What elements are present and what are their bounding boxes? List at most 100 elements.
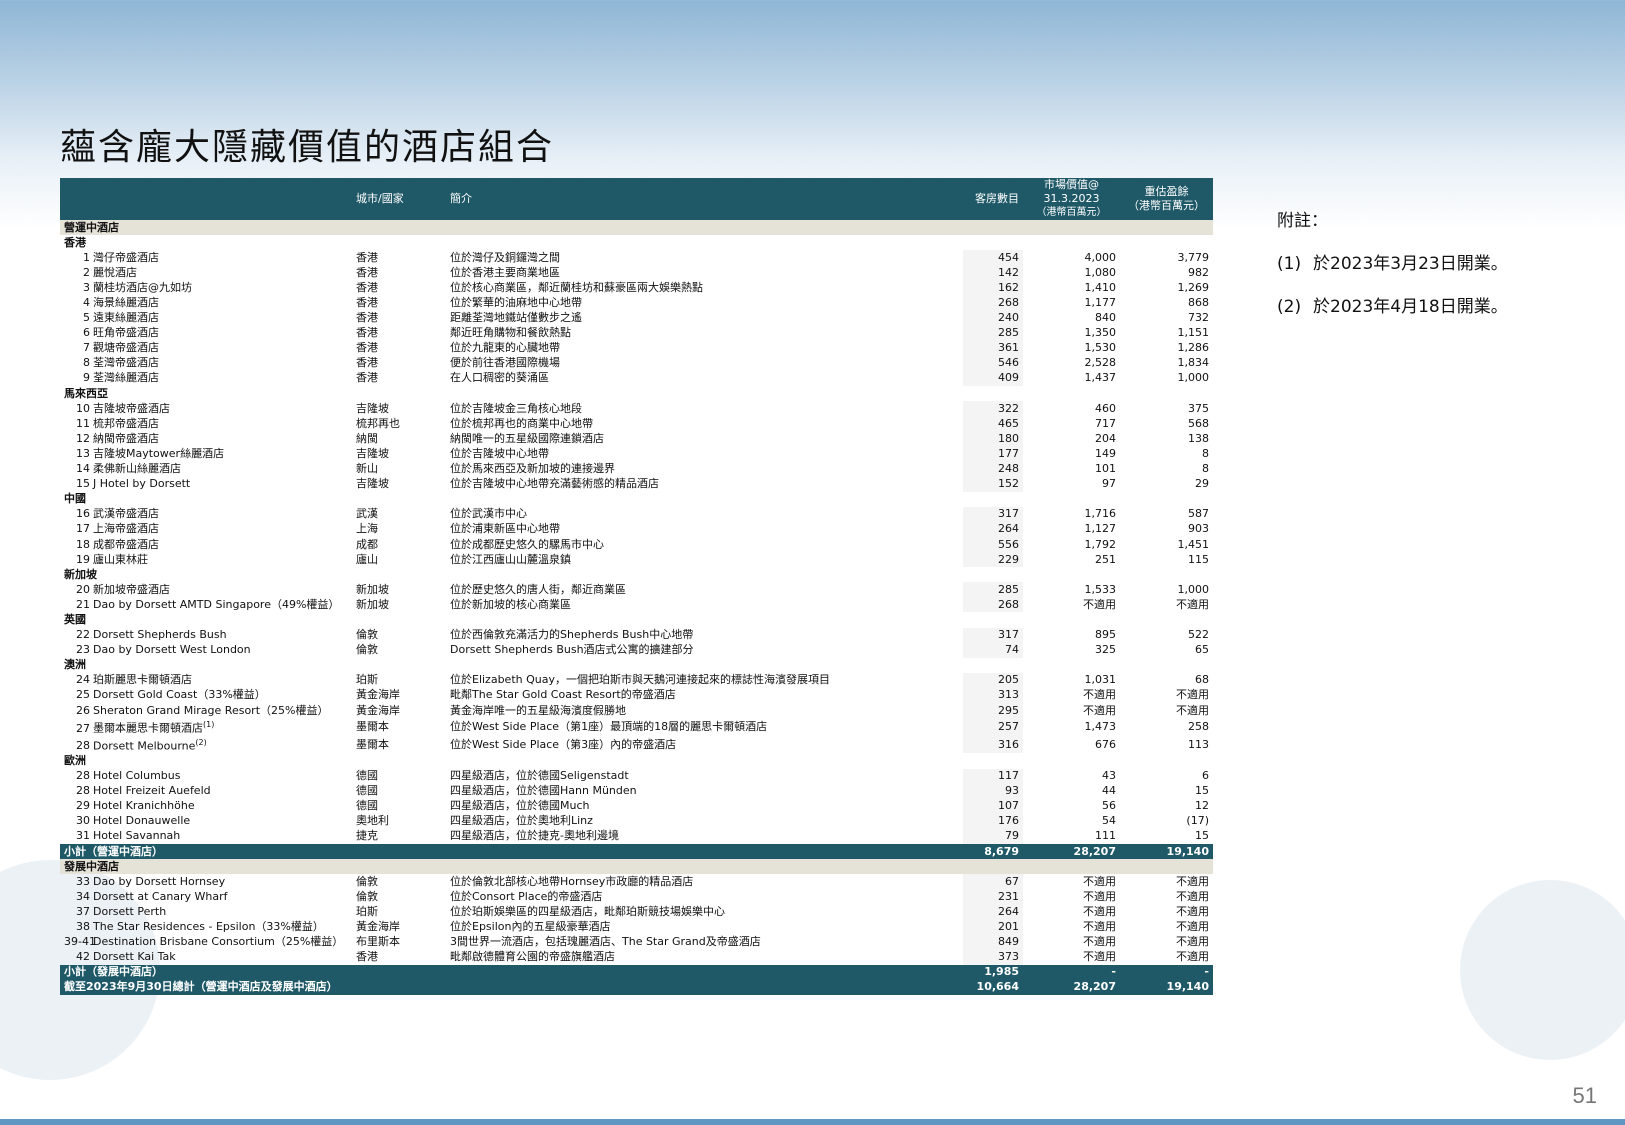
market-value-cell: 2,528 [1084, 356, 1117, 370]
hotel-name-cell: 12 納閩帝盛酒店 [60, 431, 352, 446]
description-cell: 位於繁華的油麻地中心地帶 [450, 296, 582, 310]
grand-total-row: 截至2023年9月30日總計（營運中酒店及發展中酒店） 10,664 28,207 1… [60, 979, 1213, 995]
market-value-cell: 1,716 [1084, 507, 1117, 521]
note-2-text: 於2023年4月18日開業。 [1313, 297, 1508, 317]
description-cell: 位於香港主要商業地區 [450, 265, 560, 279]
description-cell: 位於新加坡的核心商業區 [450, 597, 571, 611]
hotel-name: 灣仔帝盛酒店 [93, 250, 159, 264]
hotel-name-cell: 21 Dao by Dorsett AMTD Singapore（49%權益） [60, 597, 352, 612]
hotel-number: 28 [76, 769, 90, 783]
surplus-cell: 6 [1202, 769, 1209, 783]
surplus-cell: 不適用 [1176, 688, 1209, 702]
hotel-name: 珀斯麗思卡爾頓酒店 [93, 673, 192, 687]
hotel-name-cell: 17 上海帝盛酒店 [60, 522, 352, 537]
table-row: 22 Dorsett Shepherds Bush 倫敦 位於西倫敦充滿活力的Shep… [60, 627, 1213, 643]
description-cell: 位於倫敦北部核心地帶Hornsey市政廳的精品酒店 [450, 874, 694, 888]
hotel-number: 13 [76, 446, 90, 460]
hotel-number: 12 [76, 431, 90, 445]
hotel-name: Dorsett Melbourne [93, 739, 196, 753]
market-value-cell: 43 [1102, 769, 1116, 783]
table-row: 30 Hotel Donauwelle 奧地利 四星級酒店，位於奧地利Linz 176 5… [60, 813, 1213, 829]
rooms-cell: 67 [963, 874, 1023, 890]
surplus-cell: 568 [1188, 416, 1209, 430]
table-row: 16 武漢帝盛酒店 武漢 位於武漢市中心 317 1,716 587 [60, 506, 1213, 522]
rooms-cell: 465 [963, 416, 1023, 432]
market-value-cell: 1,792 [1084, 537, 1117, 551]
description-cell: 位於西倫敦充滿活力的Shepherds Bush中心地帶 [450, 628, 694, 642]
market-value-cell: 不適用 [1083, 950, 1116, 964]
market-value-cell: 1,533 [1084, 582, 1117, 596]
description-cell: 黃金海岸唯一的五星級海濱度假勝地 [450, 703, 626, 717]
subtotal-row-label: 小計（發展中酒店） [60, 964, 963, 980]
table-row: 23 Dao by Dorsett West London 倫敦 Dorsett Sh… [60, 642, 1213, 658]
rooms-cell: 546 [963, 355, 1023, 371]
hotel-name-cell: 42 Dorsett Kai Tak [60, 950, 352, 965]
rooms-cell: 454 [963, 250, 1023, 266]
table-row: 21 Dao by Dorsett AMTD Singapore（49%權益） 新加… [60, 597, 1213, 613]
hotel-name: Dorsett at Canary Wharf [93, 889, 228, 903]
surplus-cell: 1,451 [1177, 537, 1210, 551]
subtotal-row: 小計（營運中酒店） 8,679 28,207 19,140 [60, 843, 1213, 860]
description-cell: 距離荃灣地鐵站僅數步之遙 [450, 311, 582, 325]
surplus-cell: 982 [1188, 265, 1209, 279]
hotel-number: 38 [76, 919, 90, 933]
hotel-number: 27 [76, 721, 90, 735]
description-cell: 四星級酒店，位於德國Hann Münden [450, 784, 637, 798]
rooms-cell: 142 [963, 265, 1023, 281]
table-body: 營運中酒店 香港 1 灣仔帝盛酒店 香港 位於灣仔及銅鑼灣之間 454 4,000 3,779 2… [60, 220, 1213, 995]
table-row: 20 新加坡帝盛酒店 新加坡 位於歷史悠久的唐人街，鄰近商業區 285 1,533 1,00… [60, 582, 1213, 598]
market-value-cell: 460 [1095, 401, 1116, 415]
hotel-name-cell: 24 珀斯麗思卡爾頓酒店 [60, 673, 352, 688]
snowflake-decoration-right [1460, 880, 1625, 1060]
table-row: 24 珀斯麗思卡爾頓酒店 珀斯 位於Elizabeth Quay，一個把珀斯市與天鵝河… [60, 672, 1213, 688]
hotel-number: 28 [76, 739, 90, 753]
city-cell: 吉隆坡 [356, 477, 389, 491]
region-label: 澳洲 [64, 658, 86, 672]
rooms-cell: 264 [963, 904, 1023, 920]
description-cell: 四星級酒店，位於奧地利Linz [450, 814, 593, 828]
table-row: 28 Hotel Freizeit Auefeld 德國 四星級酒店，位於德國Hann… [60, 783, 1213, 799]
hotel-name: 吉隆坡帝盛酒店 [93, 401, 170, 415]
surplus-cell: 115 [1188, 552, 1209, 566]
table-row: 33 Dao by Dorsett Hornsey 倫敦 位於倫敦北部核心地帶Horn… [60, 874, 1213, 890]
description-cell: 在人口稠密的葵涌區 [450, 371, 549, 385]
description-cell: 位於江西廬山山麓溫泉鎮 [450, 552, 571, 566]
rooms-cell: 180 [963, 431, 1023, 447]
city-cell: 奧地利 [356, 814, 389, 828]
table-row: 34 Dorsett at Canary Wharf 倫敦 位於Consort Pla… [60, 889, 1213, 905]
hotel-number: 28 [76, 784, 90, 798]
hotel-number: 20 [76, 582, 90, 596]
hotel-number: 29 [76, 799, 90, 813]
description-cell: 位於Elizabeth Quay，一個把珀斯市與天鵝河連接起來的標誌性海濱發展項… [450, 673, 830, 687]
table-row: 8 荃灣帝盛酒店 香港 便於前往香港國際機場 546 2,528 1,834 [60, 355, 1213, 371]
market-value-cell: 不適用 [1083, 919, 1116, 933]
table-row: 31 Hotel Savannah 捷克 四星級酒店，位於捷克-奧地利邊境 79 111 1… [60, 828, 1213, 844]
hotel-name-cell: 2 麗悅酒店 [60, 265, 352, 280]
market-value-cell: 不適用 [1083, 703, 1116, 717]
region-header-row: 中國 [60, 492, 1213, 507]
description-cell: 鄰近旺角購物和餐飲熱點 [450, 326, 571, 340]
market-value-cell: 1,350 [1084, 326, 1117, 340]
market-value-cell: 1,080 [1084, 265, 1117, 279]
table-row: 4 海景絲麗酒店 香港 位於繁華的油麻地中心地帶 268 1,177 868 [60, 295, 1213, 311]
hotel-name-cell: 26 Sheraton Grand Mirage Resort（25%權益） [60, 703, 352, 718]
hotel-number: 39-41 [64, 935, 96, 949]
description-cell: 位於珀斯娛樂區的四星級酒店，毗鄰珀斯競技場娛樂中心 [450, 904, 725, 918]
table-header-row: 城市/國家 簡介 客房數目 市場價值@ 31.3.2023 （港幣百萬元） 重估… [60, 178, 1213, 220]
region-label: 中國 [64, 492, 86, 506]
rooms-cell: 317 [963, 627, 1023, 643]
hotel-number: 14 [76, 462, 90, 476]
city-cell: 珀斯 [356, 904, 378, 918]
header-surplus-line1: 重估盈餘 [1144, 185, 1189, 198]
description-cell: 毗鄰The Star Gold Coast Resort的帝盛酒店 [450, 688, 676, 702]
note-1: (1) 於2023年3月23日開業。 [1277, 249, 1508, 274]
hotel-name-cell: 22 Dorsett Shepherds Bush [60, 628, 352, 643]
surplus-cell: 68 [1195, 673, 1209, 687]
section-label: 發展中酒店 [60, 859, 1213, 875]
hotel-number: 5 [83, 311, 90, 325]
table-row: 17 上海帝盛酒店 上海 位於浦東新區中心地帶 264 1,127 903 [60, 521, 1213, 537]
table-row: 29 Hotel Kranichhöhe 德國 四星級酒店，位於德國Much 107 56… [60, 798, 1213, 814]
rooms-cell: 201 [963, 919, 1023, 935]
description-cell: 便於前往香港國際機場 [450, 356, 560, 370]
surplus-cell: 15 [1195, 829, 1209, 843]
